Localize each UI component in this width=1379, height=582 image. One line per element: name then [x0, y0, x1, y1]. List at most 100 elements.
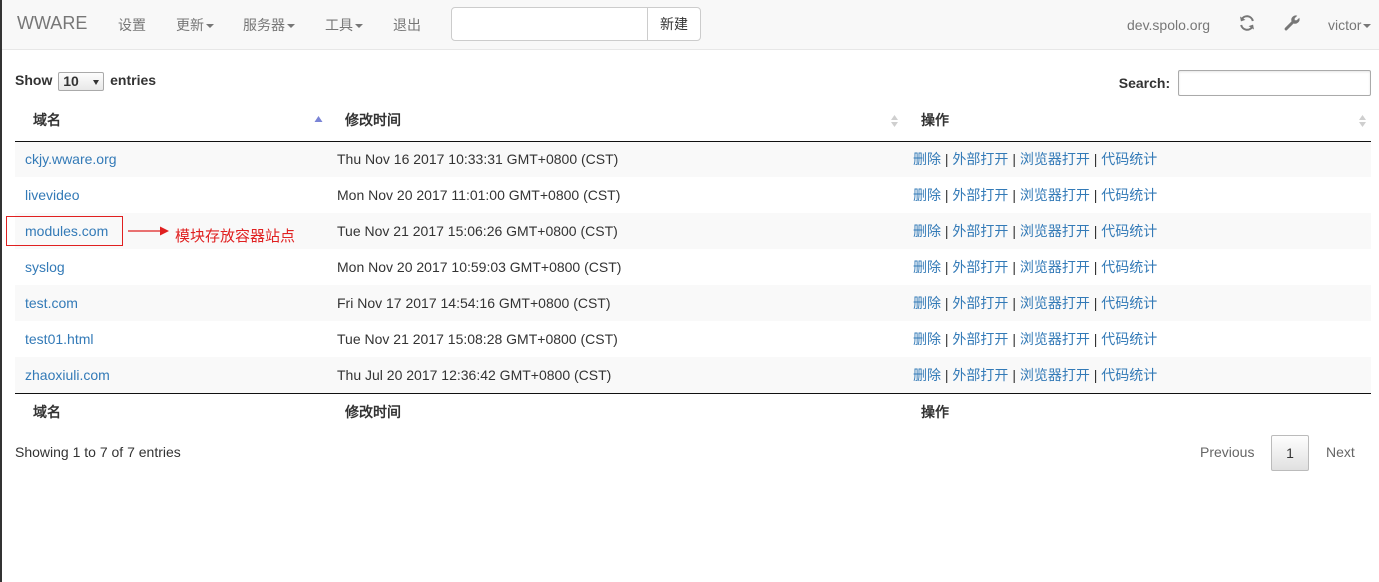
column-footer-modified: 修改时间	[327, 392, 903, 431]
nav-update-label: 更新	[176, 17, 204, 33]
domain-link[interactable]: test01.html	[25, 331, 93, 347]
cell-modified: Thu Nov 16 2017 10:33:31 GMT+0800 (CST)	[327, 141, 903, 177]
column-header-label: 域名	[33, 112, 61, 129]
action-separator: |	[944, 295, 949, 311]
cell-actions: 删除 | 外部打开 | 浏览器打开 | 代码统计	[903, 357, 1371, 393]
pagination-previous[interactable]: Previous	[1200, 435, 1254, 469]
table-search-input[interactable]	[1178, 70, 1371, 96]
annotation-text: 模块存放容器站点	[175, 227, 296, 245]
action-separator: |	[1093, 331, 1098, 347]
cell-actions: 删除 | 外部打开 | 浏览器打开 | 代码统计	[903, 285, 1371, 321]
action-separator: |	[944, 223, 949, 239]
action-separator: |	[1093, 295, 1098, 311]
nav-update-menu[interactable]: 更新	[176, 15, 214, 35]
table-row: syslog Mon Nov 20 2017 10:59:03 GMT+0800 …	[15, 249, 1371, 285]
code-stats-link[interactable]: 代码统计	[1101, 223, 1157, 239]
domain-link[interactable]: syslog	[25, 259, 65, 275]
nav-logout-label: 退出	[393, 17, 421, 33]
domain-link[interactable]: livevideo	[25, 187, 79, 203]
nav-tools-label: 工具	[325, 17, 353, 33]
action-separator: |	[1012, 295, 1016, 311]
table-header-row: 域名 修改时间 操作	[15, 100, 1371, 142]
open-browser-link[interactable]: 浏览器打开	[1020, 331, 1090, 347]
column-header-modified[interactable]: 修改时间	[327, 100, 903, 142]
code-stats-link[interactable]: 代码统计	[1101, 367, 1157, 383]
page-length-select[interactable]: 10	[58, 71, 105, 91]
code-stats-link[interactable]: 代码统计	[1101, 331, 1157, 347]
column-header-actions[interactable]: 操作	[903, 100, 1371, 142]
action-separator: |	[944, 151, 949, 168]
column-header-label: 操作	[921, 112, 949, 129]
chevron-down-icon	[355, 24, 363, 29]
table-search-control: Search:	[1119, 70, 1371, 96]
open-external-link[interactable]: 外部打开	[952, 223, 1008, 239]
page-length-value: 10	[63, 72, 79, 89]
delete-link[interactable]: 删除	[913, 223, 941, 239]
cell-domain: syslog	[15, 249, 327, 285]
open-browser-link[interactable]: 浏览器打开	[1020, 367, 1090, 383]
domain-table: 域名 修改时间 操作 ckjy.wware.org Thu Nov 16 2017…	[15, 100, 1371, 431]
table-info: Showing 1 to 7 of 7 entries	[15, 444, 181, 460]
open-browser-link[interactable]: 浏览器打开	[1020, 151, 1090, 167]
domain-link[interactable]: test.com	[25, 295, 78, 311]
table-row: test.com Fri Nov 17 2017 14:54:16 GMT+080…	[15, 285, 1371, 321]
cell-actions: 删除 | 外部打开 | 浏览器打开 | 代码统计	[903, 141, 1371, 177]
domain-link[interactable]: ckjy.wware.org	[25, 151, 117, 167]
pagination-page-1[interactable]: 1	[1271, 435, 1309, 471]
open-external-link[interactable]: 外部打开	[952, 151, 1008, 167]
action-separator: |	[944, 187, 949, 203]
delete-link[interactable]: 删除	[913, 295, 941, 311]
pagination-next[interactable]: Next	[1326, 435, 1355, 469]
open-browser-link[interactable]: 浏览器打开	[1020, 223, 1090, 239]
open-external-link[interactable]: 外部打开	[952, 367, 1008, 383]
cell-actions: 删除 | 外部打开 | 浏览器打开 | 代码统计	[903, 249, 1371, 285]
column-footer-domain: 域名	[15, 392, 327, 431]
nav-settings-label: 设置	[118, 17, 146, 33]
open-external-link[interactable]: 外部打开	[952, 187, 1008, 203]
delete-link[interactable]: 删除	[913, 151, 941, 167]
nav-tools-menu[interactable]: 工具	[325, 15, 363, 35]
delete-link[interactable]: 删除	[913, 367, 941, 383]
open-browser-link[interactable]: 浏览器打开	[1020, 295, 1090, 311]
code-stats-link[interactable]: 代码统计	[1101, 187, 1157, 203]
open-browser-link[interactable]: 浏览器打开	[1020, 187, 1090, 203]
host-link[interactable]: dev.spolo.org	[1127, 15, 1210, 35]
open-external-link[interactable]: 外部打开	[952, 331, 1008, 347]
nav-logout[interactable]: 退出	[393, 15, 421, 35]
open-external-link[interactable]: 外部打开	[952, 295, 1008, 311]
domain-link[interactable]: zhaoxiuli.com	[25, 367, 110, 383]
table-row: zhaoxiuli.com Thu Jul 20 2017 12:36:42 GM…	[15, 357, 1371, 393]
entries-label: entries	[110, 72, 157, 88]
refresh-icon[interactable]	[1238, 14, 1256, 32]
code-stats-link[interactable]: 代码统计	[1101, 151, 1157, 167]
action-separator: |	[1012, 187, 1016, 203]
nav-search-input[interactable]	[451, 7, 648, 41]
open-browser-link[interactable]: 浏览器打开	[1020, 259, 1090, 275]
dropdown-arrow-icon	[93, 79, 100, 85]
nav-settings[interactable]: 设置	[118, 15, 146, 35]
delete-link[interactable]: 删除	[913, 187, 941, 203]
user-menu[interactable]: victor	[1328, 15, 1372, 35]
delete-link[interactable]: 删除	[913, 331, 941, 347]
delete-link[interactable]: 删除	[913, 259, 941, 275]
wrench-icon[interactable]	[1283, 14, 1301, 32]
brand[interactable]: WWARE	[17, 13, 87, 33]
table-row: livevideo Mon Nov 20 2017 11:01:00 GMT+08…	[15, 177, 1371, 213]
cell-modified: Mon Nov 20 2017 10:59:03 GMT+0800 (CST)	[337, 259, 622, 275]
code-stats-link[interactable]: 代码统计	[1101, 295, 1157, 311]
chevron-down-icon	[287, 24, 295, 29]
action-separator: |	[1093, 187, 1098, 203]
action-separator: |	[1012, 331, 1016, 347]
action-separator: |	[1093, 259, 1098, 275]
cell-modified: Fri Nov 17 2017 14:54:16 GMT+0800 (CST)	[327, 285, 903, 321]
chevron-down-icon	[1363, 24, 1372, 29]
cell-modified: Thu Jul 20 2017 12:36:42 GMT+0800 (CST)	[327, 357, 903, 393]
nav-servers-menu[interactable]: 服务器	[243, 15, 295, 35]
action-separator: |	[1012, 151, 1016, 168]
open-external-link[interactable]: 外部打开	[952, 259, 1008, 275]
column-header-domain[interactable]: 域名	[15, 100, 327, 142]
cell-actions: 删除 | 外部打开 | 浏览器打开 | 代码统计	[903, 177, 1371, 213]
code-stats-link[interactable]: 代码统计	[1101, 259, 1157, 275]
new-button[interactable]: 新建	[647, 7, 701, 41]
sort-asc-icon	[314, 116, 323, 122]
